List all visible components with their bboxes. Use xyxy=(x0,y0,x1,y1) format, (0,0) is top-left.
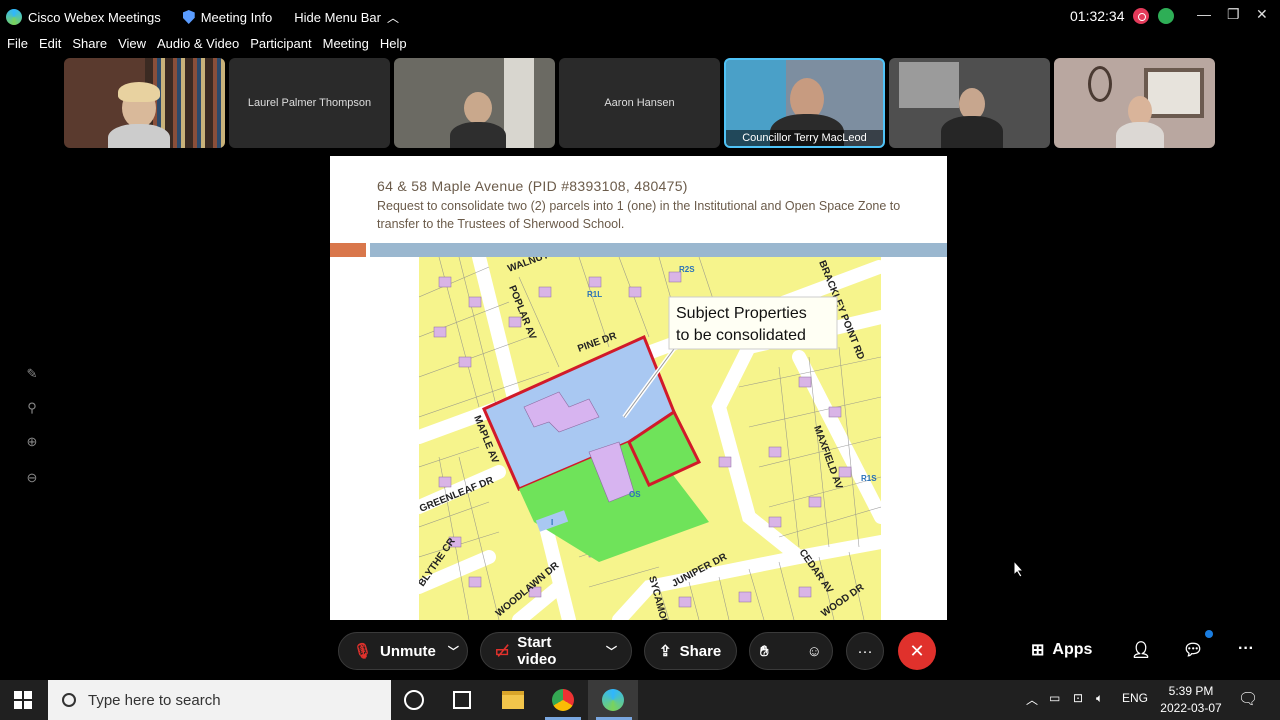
unmute-label: Unmute xyxy=(380,642,436,660)
chevron-down-icon: ﹀ xyxy=(447,646,459,658)
task-view-icon[interactable] xyxy=(453,691,471,709)
chevron-down-icon: ﹀ xyxy=(606,646,617,658)
zoning-map: R1L R2S OS I R1S WALNUT DR POPLAR AV PIN… xyxy=(419,257,881,620)
chevron-up-icon: ︿ xyxy=(386,10,399,25)
zone-label: R1S xyxy=(861,474,877,483)
webex-window: Cisco Webex Meetings Meeting Info Hide M… xyxy=(0,0,1280,720)
slide-title: 64 & 58 Maple Avenue (PID #8393108, 4804… xyxy=(377,178,688,194)
more-panels-icon[interactable]: ··· xyxy=(1238,640,1254,658)
meeting-controls: 🎙︎ Unmute ﹀ ▭̸ Start video ﹀ ⇪ Share ✋︎ … xyxy=(0,620,1280,680)
apps-icon: ⊞ xyxy=(1031,642,1045,659)
participant-tile-2[interactable]: Laurel Palmer Thompson xyxy=(229,58,390,148)
reactions-icon[interactable]: ☺ xyxy=(807,643,822,660)
chat-icon[interactable]: 💬︎ xyxy=(1183,640,1203,660)
network-icon[interactable]: ⊡ xyxy=(1073,691,1083,705)
callout-line-1: Subject Properties xyxy=(676,305,807,322)
menu-bar: File Edit Share View Audio & Video Parti… xyxy=(0,36,411,56)
clock-date: 2022-03-07 xyxy=(1160,701,1222,715)
battery-icon[interactable]: ▭ xyxy=(1049,691,1060,705)
shared-content-slide: 64 & 58 Maple Avenue (PID #8393108, 4804… xyxy=(330,156,947,620)
notifications-icon[interactable]: 🗨︎ xyxy=(1238,689,1258,709)
hide-menu-label: Hide Menu Bar xyxy=(294,9,381,25)
participant-name: Laurel Palmer Thompson xyxy=(247,97,372,109)
webex-logo-icon xyxy=(6,9,22,25)
taskbar-search-input[interactable]: Type here to search xyxy=(48,680,391,720)
menu-file[interactable]: File xyxy=(7,36,28,56)
taskbar-clock[interactable]: 5:39 PM 2022-03-07 xyxy=(1158,683,1224,717)
apps-button[interactable]: ⊞ Apps xyxy=(1031,640,1092,660)
meeting-timer: 01:32:34 xyxy=(1070,8,1125,24)
tray-chevron-icon[interactable]: ︿ xyxy=(1026,691,1038,708)
reactions-group: ✋︎ ☺ xyxy=(749,632,833,670)
video-off-icon: ▭̸ xyxy=(495,643,510,660)
restore-icon[interactable]: ❐ xyxy=(1227,6,1240,23)
menu-help[interactable]: Help xyxy=(380,36,407,56)
menu-edit[interactable]: Edit xyxy=(39,36,61,56)
windows-start-icon[interactable] xyxy=(14,691,32,709)
active-speaker-name: Councillor Terry MacLeod xyxy=(726,130,883,146)
zone-label: R2S xyxy=(679,265,695,274)
notification-badge xyxy=(1205,630,1213,638)
zone-label: R1L xyxy=(587,290,602,299)
search-icon xyxy=(62,693,76,707)
menu-audio-video[interactable]: Audio & Video xyxy=(157,36,239,56)
menu-view[interactable]: View xyxy=(118,36,146,56)
file-explorer-icon[interactable] xyxy=(502,691,524,709)
participant-tile-4[interactable]: Aaron Hansen xyxy=(559,58,720,148)
participant-tile-1[interactable] xyxy=(64,58,225,148)
slide-header-bar xyxy=(370,243,947,257)
close-icon[interactable]: ✕ xyxy=(1256,6,1268,23)
remote-control-icon[interactable]: ⚲ xyxy=(24,400,40,416)
mic-muted-icon: 🎙︎ xyxy=(353,643,373,660)
apps-label: Apps xyxy=(1052,641,1093,658)
menu-meeting[interactable]: Meeting xyxy=(323,36,369,56)
zone-label: OS xyxy=(629,490,641,499)
input-language[interactable]: ENG xyxy=(1122,691,1148,705)
volume-icon[interactable]: 🔈︎ xyxy=(1096,691,1103,706)
participants-icon[interactable]: 👤︎ xyxy=(1131,640,1151,660)
clock-time: 5:39 PM xyxy=(1168,684,1214,698)
annotate-icon[interactable]: ✎ xyxy=(24,366,40,382)
windows-taskbar: Type here to search ︿ ▭ ⊡ 🔈︎ ENG 5:39 PM… xyxy=(0,680,1280,720)
callout-line-2: to be consolidated xyxy=(676,327,806,344)
shield-icon xyxy=(182,10,195,24)
chrome-icon[interactable] xyxy=(552,689,574,711)
start-video-label: Start video xyxy=(517,634,557,668)
cortana-icon[interactable] xyxy=(404,690,424,710)
unmute-button[interactable]: 🎙︎ Unmute ﹀ xyxy=(338,632,468,670)
minimize-icon[interactable]: — xyxy=(1197,6,1211,22)
network-health-icon[interactable] xyxy=(1158,8,1174,24)
participant-tile-3[interactable] xyxy=(394,58,555,148)
mouse-cursor-icon xyxy=(1013,560,1025,578)
more-options-button[interactable]: ··· xyxy=(846,632,884,670)
webex-taskbar-icon[interactable] xyxy=(588,680,638,720)
menu-share[interactable]: Share xyxy=(72,36,107,56)
participant-tile-6[interactable] xyxy=(889,58,1050,148)
zoom-out-icon[interactable]: ⊖ xyxy=(24,470,40,486)
share-label: Share xyxy=(679,642,722,660)
zoom-in-icon[interactable]: ⊕ xyxy=(24,434,40,450)
share-button[interactable]: ⇪ Share xyxy=(644,632,737,670)
recording-icon[interactable] xyxy=(1133,8,1149,24)
search-placeholder: Type here to search xyxy=(88,691,221,709)
slide-accent-bar xyxy=(330,243,366,257)
zone-label: I xyxy=(551,518,553,527)
share-icon: ⇪ xyxy=(659,643,672,660)
meeting-info-label: Meeting Info xyxy=(200,9,273,25)
participant-name: Aaron Hansen xyxy=(604,97,675,109)
hide-menu-bar-button[interactable]: Hide Menu Bar ︿ xyxy=(294,9,399,26)
app-title: Cisco Webex Meetings xyxy=(0,9,161,25)
slide-description: Request to consolidate two (2) parcels i… xyxy=(377,199,901,231)
participant-tile-7[interactable] xyxy=(1054,58,1215,148)
menu-participant[interactable]: Participant xyxy=(250,36,311,56)
meeting-info-button[interactable]: Meeting Info xyxy=(182,9,273,25)
participant-tile-active[interactable]: Councillor Terry MacLeod xyxy=(724,58,885,148)
raise-hand-icon[interactable]: ✋︎ xyxy=(760,643,769,660)
leave-meeting-button[interactable]: ✕ xyxy=(898,632,936,670)
app-name: Cisco Webex Meetings xyxy=(28,9,161,25)
start-video-button[interactable]: ▭̸ Start video ﹀ xyxy=(480,632,632,670)
